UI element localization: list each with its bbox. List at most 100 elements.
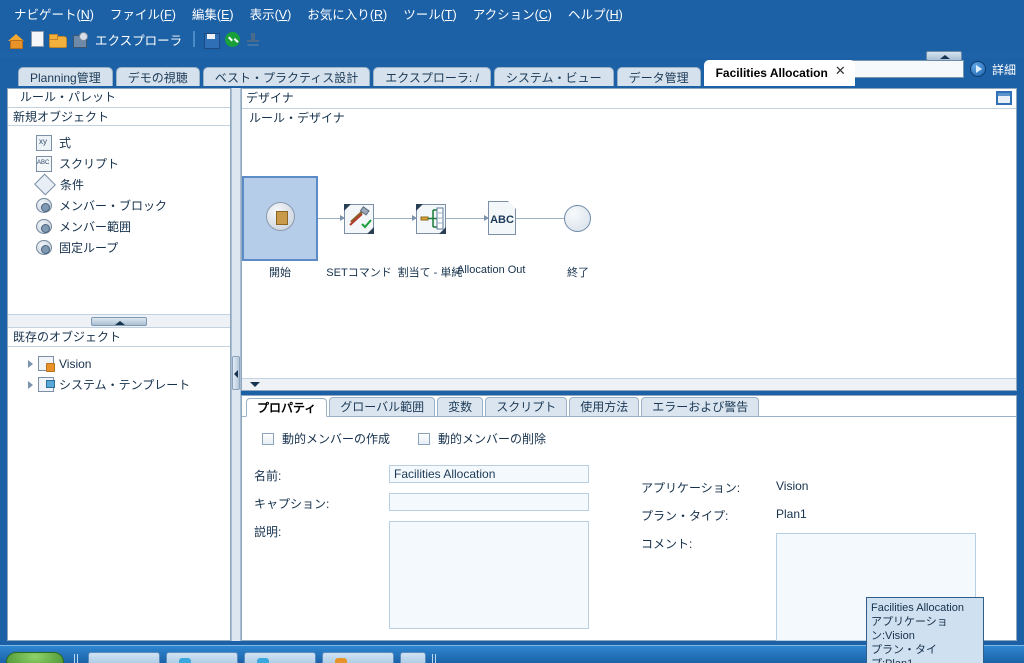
tab-label: デモの視聴 [127,71,188,85]
field-row-plan-type: プラン・タイプ: Plan1 [641,505,1016,524]
taskbar-grip[interactable] [432,654,437,663]
tab-variables[interactable]: 変数 [437,397,484,416]
taskbar-item[interactable] [322,652,394,663]
fixed-loop-icon [36,240,52,255]
tree-item-vision[interactable]: Vision [8,353,230,374]
tab-properties[interactable]: プロパティ [246,398,328,417]
tab-facilities-allocation[interactable]: Facilities Allocation ✕ [703,60,855,86]
flow-connector [446,215,489,221]
advanced-search-link[interactable]: 詳細 [992,61,1016,78]
existing-objects-tree: Vision システム・テンプレート [8,347,230,395]
rule-flow-canvas[interactable]: 開始 SETコマンド 割当て - 単純 ABC Allocation Out 終… [242,130,1016,378]
palette-item-formula[interactable]: 式 [8,132,230,153]
checkbox-label: 動的メンバーの作成 [282,432,391,446]
caption-input[interactable] [389,493,589,511]
menu-item-file[interactable]: ファイル(F) [102,1,184,26]
validate-check-icon[interactable] [225,31,241,47]
menu-item-edit[interactable]: 編集(E) [184,1,242,26]
field-row-application: アプリケーション: Vision [641,477,1016,496]
restore-window-icon[interactable] [996,91,1012,105]
tab-label: ベスト・プラクティス設計 [214,71,359,85]
panel-splitter[interactable] [231,88,241,641]
taskbar-item[interactable] [88,652,160,663]
collapse-left-icon[interactable] [232,356,240,390]
checkbox-delete-dynamic-members[interactable]: 動的メンバーの削除 [418,430,546,447]
palette-item-member-block[interactable]: メンバー・ブロック [8,195,230,216]
tooltip-plan-type: プラン・タイプ:Plan1 [871,644,937,663]
tab-errors-warnings[interactable]: エラーおよび警告 [641,397,760,416]
flow-node-set-command[interactable] [344,204,374,234]
palette-item-label: メンバー範囲 [59,220,132,234]
tab-label: プロパティ [257,401,317,415]
field-label-name: 名前: [254,469,282,483]
go-arrow-icon[interactable] [969,61,986,77]
description-textarea[interactable] [389,521,589,629]
home-icon[interactable] [7,31,24,49]
tab-label: エラーおよび警告 [652,400,749,414]
palette-item-member-range[interactable]: メンバー範囲 [8,216,230,237]
menu-item-navigate[interactable]: ナビゲート(N) [6,1,102,26]
taskbar-grip[interactable] [74,654,79,663]
main-toolbar: エクスプローラ [0,26,1024,52]
tab-global-range[interactable]: グローバル範囲 [329,397,436,416]
scroll-down-icon[interactable] [242,378,1016,390]
palette-item-label: 条件 [60,178,85,192]
node-corner-marker [416,204,423,211]
work-area: ルール・パレット 新規オブジェクト 式 スクリプト 条件 メンバー・ブロック [0,86,1024,663]
menu-label: ヘルプ [567,7,606,22]
flow-connector [318,215,345,221]
chevron-right-icon[interactable] [28,380,33,389]
palette-item-label: メンバー・ブロック [59,199,168,213]
open-folder-icon[interactable] [49,31,67,48]
tab-usage[interactable]: 使用方法 [569,397,640,416]
menu-mnemonic: H [609,7,619,22]
name-input[interactable] [389,465,589,483]
checkbox-box[interactable] [418,432,431,445]
menu-mnemonic: N [80,7,90,22]
explorer-cube-icon[interactable] [71,31,88,48]
flow-node-end[interactable] [564,205,591,232]
save-icon[interactable] [203,31,221,49]
abc-script-icon: ABC [490,214,514,226]
menu-label: ナビゲート [14,7,77,22]
field-label-plan-type: プラン・タイプ: [641,509,729,523]
checkbox-create-dynamic-members[interactable]: 動的メンバーの作成 [262,430,390,447]
menu-mnemonic: C [538,7,548,22]
application-window: ナビゲート(N) ファイル(F) 編集(E) 表示(V) お気に入り(R) ツー… [0,0,1024,663]
flow-node-allocation-simple[interactable] [416,204,446,234]
field-row-caption: キャプション: [254,493,629,512]
menu-item-tools[interactable]: ツール(T) [395,1,465,26]
menu-item-actions[interactable]: アクション(C) [465,1,560,26]
palette-splitter[interactable] [8,314,230,328]
new-objects-list: 式 スクリプト 条件 メンバー・ブロック メンバー範囲 [8,126,230,258]
deploy-icon[interactable] [245,31,262,48]
menu-label: 表示 [249,7,275,22]
tree-item-system-template[interactable]: システム・テンプレート [8,374,230,395]
menu-mnemonic: E [221,7,230,22]
palette-item-condition[interactable]: 条件 [8,173,230,196]
explorer-toolbar-label[interactable]: エクスプローラ [95,30,182,49]
collapse-up-icon[interactable] [926,51,962,61]
menu-item-help[interactable]: ヘルプ(H) [560,1,631,26]
taskbar-item[interactable] [244,652,316,663]
close-icon[interactable]: ✕ [835,64,846,77]
tab-script[interactable]: スクリプト [485,397,568,416]
flow-node-label-set-command: SETコマンド [326,267,392,279]
menu-item-favorites[interactable]: お気に入り(R) [299,1,395,26]
flow-node-label-end: 終了 [567,267,589,279]
flow-node-allocation-out[interactable]: ABC [488,201,516,235]
checkbox-box[interactable] [262,432,274,445]
chevron-right-icon[interactable] [28,359,33,368]
field-label-application: アプリケーション: [641,481,741,495]
taskbar-item[interactable] [400,652,426,663]
menu-item-view[interactable]: 表示(V) [242,1,300,26]
start-button[interactable] [6,652,64,663]
palette-item-fixed-loop[interactable]: 固定ループ [8,237,230,258]
palette-item-script[interactable]: スクリプト [8,153,230,174]
tab-label: システム・ビュー [505,71,602,85]
tab-label: エクスプローラ: / [385,71,479,85]
splitter-collapse-icon[interactable] [91,317,147,326]
taskbar-item[interactable] [166,652,238,663]
new-document-icon[interactable] [31,31,44,47]
flow-node-start[interactable] [242,176,318,261]
